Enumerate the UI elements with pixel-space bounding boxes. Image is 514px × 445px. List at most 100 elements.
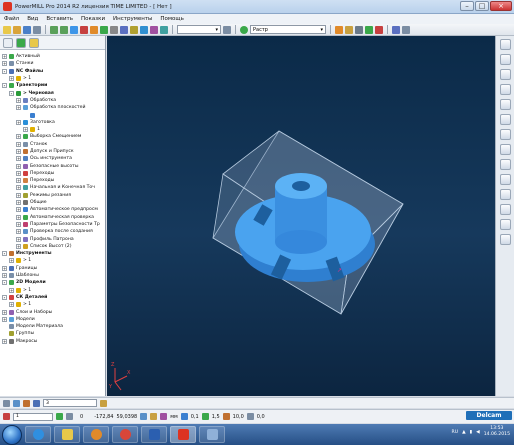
zoom-fit-icon[interactable] — [499, 159, 511, 170]
tree-item[interactable]: - Траектории — [0, 82, 105, 89]
axis-icon[interactable] — [56, 413, 63, 420]
expand-icon[interactable]: + — [2, 316, 7, 322]
material-icon[interactable] — [499, 204, 511, 215]
view-front-icon[interactable] — [499, 69, 511, 80]
view-top-icon[interactable] — [499, 54, 511, 65]
workplane-icon[interactable] — [3, 413, 10, 420]
tool-settings-icon[interactable] — [100, 399, 107, 407]
taskbar-ie[interactable] — [25, 426, 51, 443]
snap-icon[interactable] — [66, 413, 73, 420]
print-icon[interactable] — [33, 25, 41, 34]
expand-icon[interactable]: + — [2, 273, 7, 279]
view-bottom-icon[interactable] — [499, 114, 511, 125]
check-icon[interactable] — [365, 25, 373, 34]
expand-icon[interactable]: + — [16, 236, 21, 242]
tree-item[interactable]: + Слои и Наборы — [0, 308, 105, 315]
new-icon[interactable] — [3, 25, 11, 34]
taskbar-powermill[interactable] — [170, 426, 196, 443]
block-view-icon[interactable] — [499, 219, 511, 230]
rapid-move-icon[interactable] — [80, 25, 88, 34]
tree-item[interactable]: + Активный — [0, 53, 105, 60]
menu-help[interactable]: Помощь — [160, 16, 183, 22]
expand-icon[interactable]: + — [16, 214, 21, 220]
tree-item[interactable]: + Макросы — [0, 338, 105, 345]
expand-icon[interactable]: + — [16, 163, 21, 169]
globe-tab-icon[interactable] — [16, 37, 26, 48]
tree-item[interactable]: + Список Высот (2) — [0, 243, 105, 250]
close-button[interactable]: × — [490, 1, 512, 11]
menu-tools[interactable]: Инструменты — [113, 16, 152, 22]
tree-item[interactable]: + Границы — [0, 265, 105, 272]
tree-item[interactable]: + Проверка после создания — [0, 228, 105, 235]
ruler-icon[interactable] — [355, 25, 363, 34]
tree-item[interactable]: + > 1 — [0, 75, 105, 82]
collapse-icon[interactable]: - — [2, 251, 7, 257]
tool-icon[interactable] — [110, 25, 118, 34]
tree-item[interactable]: + Станки — [0, 60, 105, 67]
nc-program-icon[interactable] — [140, 25, 148, 34]
expand-icon[interactable]: + — [16, 149, 21, 154]
expand-icon[interactable]: + — [9, 287, 14, 293]
feeds-icon[interactable] — [90, 25, 98, 34]
raster-select[interactable]: Растр ▾ — [250, 25, 326, 34]
zoom-out-icon[interactable] — [499, 144, 511, 155]
view-back-icon[interactable] — [499, 99, 511, 110]
explorer-tab-icon[interactable] — [3, 37, 13, 48]
tree-item[interactable]: + Общие — [0, 199, 105, 206]
toolpath-icon[interactable] — [100, 25, 108, 34]
dimension-icon[interactable] — [160, 413, 168, 420]
block-icon[interactable] — [70, 25, 78, 34]
stepover-icon[interactable] — [201, 413, 209, 420]
expand-icon[interactable]: + — [16, 170, 21, 176]
view-side-icon[interactable] — [499, 84, 511, 95]
tree-item[interactable]: + Переходы — [0, 170, 105, 177]
undo-icon[interactable] — [50, 25, 58, 34]
clock[interactable]: 13:53 14.06.2015 — [484, 426, 510, 438]
open-icon[interactable] — [13, 25, 21, 34]
save-icon[interactable] — [23, 25, 31, 34]
tree-item[interactable]: + Шаблоны — [0, 272, 105, 279]
expand-icon[interactable]: + — [16, 185, 21, 191]
expand-icon[interactable]: + — [23, 127, 28, 133]
tree-item[interactable]: - NC Файлы — [0, 68, 105, 75]
expand-icon[interactable]: + — [2, 61, 7, 67]
raster-strategy-icon[interactable] — [240, 25, 248, 34]
redo-icon[interactable] — [60, 25, 68, 34]
notes-tab-icon[interactable] — [29, 37, 39, 48]
expand-icon[interactable]: + — [16, 192, 21, 198]
tree-item[interactable]: + Заготовка — [0, 119, 105, 126]
expand-icon[interactable]: + — [16, 97, 21, 103]
taskbar-explorer[interactable] — [54, 426, 80, 443]
tree-item[interactable]: + Режимы резания — [0, 192, 105, 199]
workplane-select[interactable]: 1 — [13, 412, 53, 421]
expand-icon[interactable]: + — [16, 141, 21, 147]
pattern-icon[interactable] — [130, 25, 138, 34]
collapse-icon[interactable]: - — [2, 294, 7, 300]
tool-select[interactable]: 3 — [43, 399, 97, 407]
expand-icon[interactable]: + — [2, 309, 7, 315]
gear-icon[interactable] — [223, 25, 231, 34]
wireframe-icon[interactable] — [499, 189, 511, 200]
tree-item[interactable]: + Профиль Патрона — [0, 235, 105, 242]
ball-mill-icon[interactable] — [13, 399, 20, 407]
tolerance-icon[interactable] — [180, 413, 188, 420]
end-mill-icon[interactable] — [3, 399, 10, 407]
strategy-select[interactable]: ▾ — [177, 25, 221, 34]
expand-icon[interactable]: + — [16, 207, 21, 213]
tree-item[interactable]: Модели Материала — [0, 323, 105, 330]
text-icon[interactable] — [392, 25, 400, 34]
pencil-icon[interactable] — [345, 25, 353, 34]
grid-icon[interactable] — [140, 413, 148, 420]
zoom-in-icon[interactable] — [499, 129, 511, 140]
menu-insert[interactable]: Вставить — [46, 16, 73, 22]
start-button[interactable] — [2, 424, 22, 445]
tree-item[interactable]: + > 1 — [0, 257, 105, 264]
expand-icon[interactable]: + — [16, 105, 21, 111]
tree-item[interactable]: Группы — [0, 330, 105, 337]
expand-icon[interactable]: + — [16, 156, 21, 162]
tree-item[interactable]: + Допуск и Припуск — [0, 148, 105, 155]
tree-item[interactable]: + Автоматическое предпросм — [0, 206, 105, 213]
menu-show[interactable]: Показки — [81, 16, 105, 22]
tree-item[interactable]: - Инструменты — [0, 250, 105, 257]
tree-item[interactable]: + Ось инструмента — [0, 155, 105, 162]
